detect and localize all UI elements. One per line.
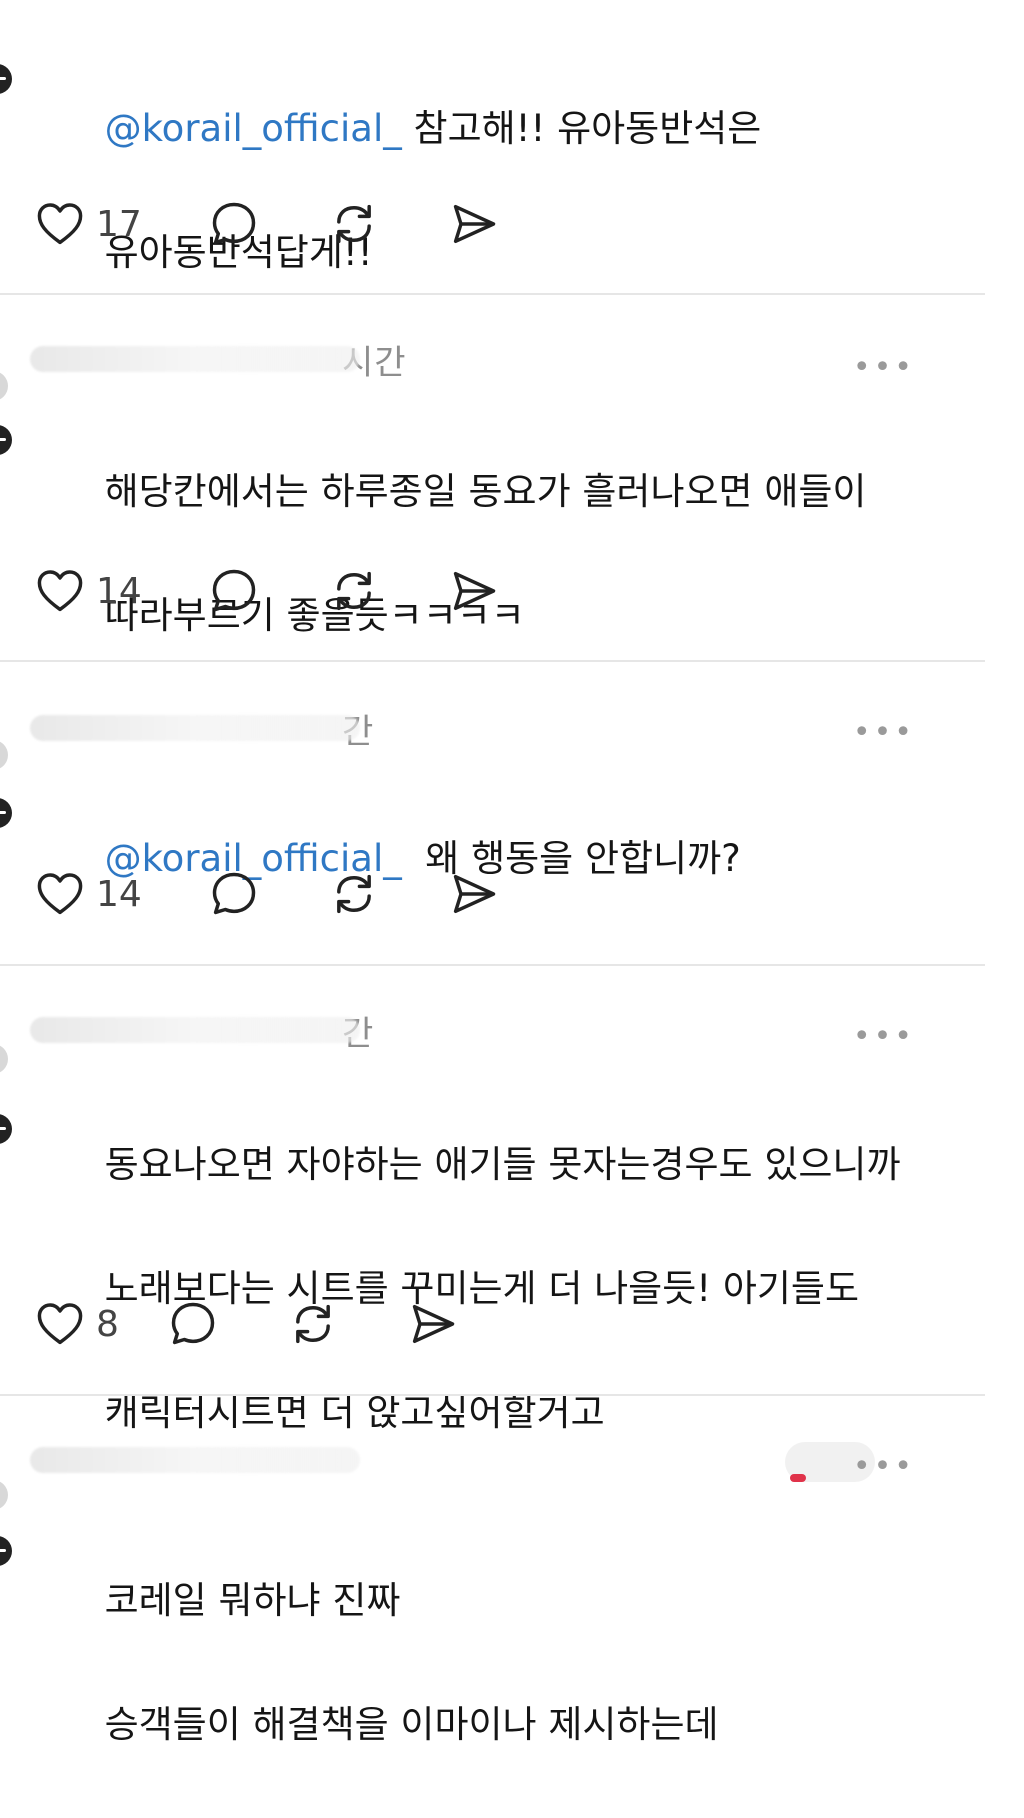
heart-icon — [37, 873, 83, 915]
post-text-line-1: 동요나오면 자야하는 애기들 못자는경우도 있으니까 — [104, 1143, 901, 1186]
action-bar: 17 — [34, 196, 568, 252]
like-count: 17 — [96, 203, 142, 245]
repost-button[interactable] — [287, 1298, 339, 1350]
reply-button[interactable] — [167, 1298, 219, 1350]
reply-button[interactable] — [208, 198, 260, 250]
reply-button[interactable] — [208, 565, 260, 617]
repost-icon — [296, 1304, 330, 1344]
share-button[interactable] — [448, 198, 500, 250]
repost-icon — [336, 571, 371, 611]
more-options-button[interactable]: ••• — [853, 718, 915, 748]
avatar[interactable] — [0, 740, 8, 770]
avatar[interactable] — [0, 1480, 8, 1510]
action-bar: 14 — [34, 866, 568, 922]
post-meta: 간 — [30, 712, 410, 752]
like-button[interactable]: 17 — [34, 198, 142, 250]
like-button[interactable]: 8 — [34, 1298, 119, 1350]
reply-post-1: @korail_official_ 참고해!! 유아동반석은 유아동반석답게!!… — [0, 0, 985, 292]
post-meta — [30, 1446, 410, 1474]
share-button[interactable] — [448, 868, 500, 920]
post-text-line-1: 참고해!! 유아동반석은 — [401, 107, 762, 150]
red-dot — [790, 1474, 806, 1482]
like-count: 8 — [96, 1303, 119, 1345]
comment-icon — [212, 569, 256, 612]
avatar[interactable] — [0, 1044, 8, 1074]
like-count: 14 — [96, 570, 142, 612]
send-icon — [453, 874, 496, 914]
post-text: @korail_official_ 왜 행동을 안합니까? — [34, 766, 964, 952]
reply-post-4: 간 ••• 동요나오면 자야하는 애기들 못자는경우도 있으니까 노래보다는 시… — [0, 966, 985, 1434]
mention-link[interactable]: @korail_official_ — [105, 107, 402, 150]
send-icon — [453, 571, 496, 611]
reply-button[interactable] — [208, 868, 260, 920]
heart-icon — [37, 203, 83, 245]
username-redacted — [30, 346, 360, 372]
avatar-badge — [0, 1114, 12, 1144]
share-button[interactable] — [448, 565, 500, 617]
avatar[interactable] — [0, 64, 12, 94]
action-bar: 8 — [34, 1296, 527, 1352]
post-text-line-1: 해당칸에서는 하루종일 동요가 흘러나오면 애들이 — [104, 470, 867, 513]
comment-icon — [212, 202, 256, 245]
heart-icon — [37, 1303, 83, 1345]
reply-post-2: 시간 ••• 해당칸에서는 하루종일 동요가 흘러나오면 애들이 따라부르기 좋… — [0, 295, 985, 660]
avatar-badge — [0, 1536, 12, 1566]
share-button[interactable] — [407, 1298, 459, 1350]
avatar-badge — [0, 425, 12, 455]
avatar[interactable] — [0, 371, 8, 401]
username-redacted — [30, 1447, 360, 1473]
comment-icon — [171, 1302, 215, 1345]
send-icon — [412, 1304, 455, 1344]
like-button[interactable]: 14 — [34, 565, 142, 617]
action-bar: 14 — [34, 563, 568, 619]
post-meta: 간 — [30, 1014, 410, 1054]
repost-button[interactable] — [328, 565, 380, 617]
repost-icon — [336, 874, 371, 914]
more-options-button[interactable]: ••• — [853, 353, 915, 383]
username-redacted — [30, 715, 360, 741]
post-text: 코레일 뭐하냐 진짜 승객들이 해결책을 이마이나 제시하는데 — [34, 1508, 964, 1818]
post-meta: 시간 — [30, 343, 410, 383]
reply-post-5: ••• 코레일 뭐하냐 진짜 승객들이 해결책을 이마이나 제시하는데 — [0, 1396, 985, 1746]
post-text-line-2: 승객들이 해결책을 이마이나 제시하는데 — [104, 1703, 719, 1746]
avatar-badge — [0, 798, 12, 828]
reply-post-3: 간 ••• @korail_official_ 왜 행동을 안합니까? 14 — [0, 662, 985, 964]
like-count: 14 — [96, 873, 142, 915]
repost-icon — [336, 204, 371, 244]
more-options-button[interactable]: ••• — [853, 1022, 915, 1052]
repost-button[interactable] — [328, 868, 380, 920]
repost-button[interactable] — [328, 198, 380, 250]
heart-icon — [37, 570, 83, 612]
comment-icon — [212, 872, 256, 915]
post-text-line-1: 코레일 뭐하냐 진짜 — [104, 1579, 401, 1622]
send-icon — [453, 204, 496, 244]
more-options-button[interactable]: ••• — [853, 1452, 915, 1482]
thread-feed: @korail_official_ 참고해!! 유아동반석은 유아동반석답게!!… — [0, 0, 1024, 1746]
like-button[interactable]: 14 — [34, 868, 142, 920]
username-redacted — [30, 1017, 360, 1043]
